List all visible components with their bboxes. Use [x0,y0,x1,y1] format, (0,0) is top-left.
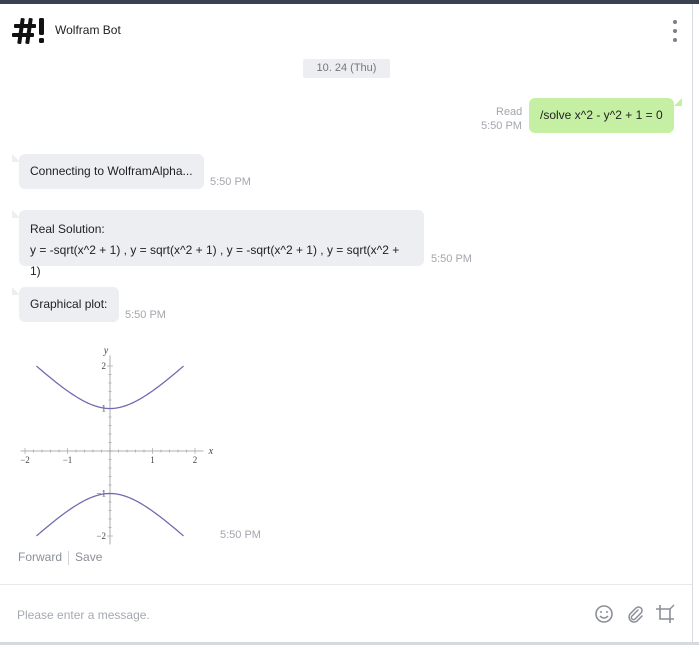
bubble-tail [674,98,682,106]
message-input[interactable]: Please enter a message. [17,608,150,622]
message-time: 5:50 PM [210,176,251,188]
more-vertical-icon[interactable] [668,20,682,42]
incoming-message[interactable]: Real Solution: y = -sqrt(x^2 + 1) , y = … [19,210,424,278]
message-time: 5:50 PM [431,253,472,265]
save-button[interactable]: Save [75,550,102,564]
x-tick-label: −1 [63,455,73,465]
paperclip-icon[interactable] [625,604,645,624]
solution-text: y = -sqrt(x^2 + 1) , y = sqrt(x^2 + 1) ,… [30,243,400,278]
x-axis-label: x [208,446,214,457]
plot-image[interactable]: −2 −1 1 221−1−2xy [18,340,218,545]
hashtag-exclaim-logo-icon [12,17,44,45]
message-time: 5:50 PM [220,529,261,541]
y-tick-label: 2 [102,361,107,371]
message-time: 5:50 PM [125,309,166,321]
message-composer: Please enter a message. [0,584,692,643]
y-axis-label: y [103,345,109,356]
read-status: Read [496,106,523,118]
chat-header: Wolfram Bot [0,4,692,56]
incoming-message[interactable]: Connecting to WolframAlpha... [19,154,204,189]
scroll-edge [692,4,693,645]
divider [68,550,70,565]
image-actions: Forward Save [18,550,102,565]
y-tick-label: −2 [96,531,106,541]
x-tick-label: 1 [150,455,155,465]
chat-title: Wolfram Bot [55,23,121,37]
date-divider: 10. 24 (Thu) [303,59,390,78]
forward-button[interactable]: Forward [18,550,62,564]
x-tick-label: 2 [193,455,198,465]
outgoing-message[interactable]: /solve x^2 - y^2 + 1 = 0 [529,98,674,133]
x-tick-label: −2 [20,455,30,465]
incoming-message[interactable]: Graphical plot: [19,287,119,322]
message-time: 5:50 PM [481,120,522,132]
crop-icon[interactable] [655,604,675,624]
solution-heading: Real Solution: [30,222,105,236]
smiley-face-icon[interactable] [594,604,614,624]
